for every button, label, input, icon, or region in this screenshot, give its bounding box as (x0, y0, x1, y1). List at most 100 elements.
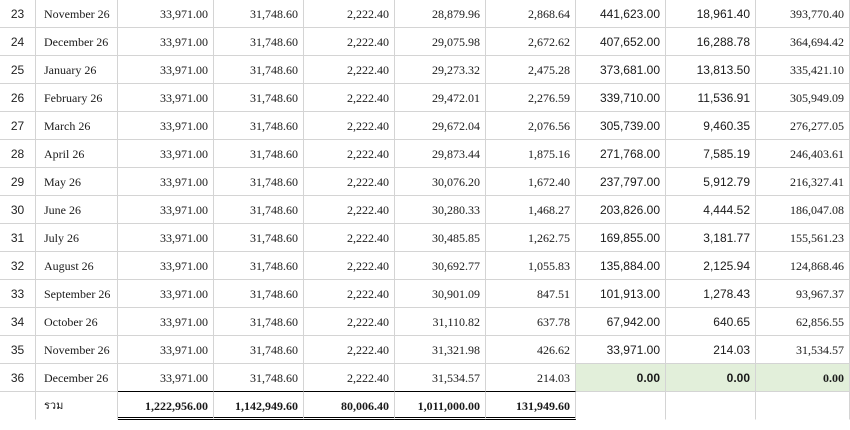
balance-cell[interactable]: 62,856.55 (756, 308, 850, 336)
amount-cell[interactable]: 31,748.60 (214, 28, 304, 56)
amount-cell[interactable]: 2,222.40 (304, 56, 395, 84)
balance-cell[interactable]: 7,585.19 (666, 140, 756, 168)
amount-cell[interactable]: 31,110.82 (395, 308, 486, 336)
balance-cell[interactable]: 276,277.05 (756, 112, 850, 140)
month-cell[interactable]: May 26 (36, 168, 118, 196)
balance-cell[interactable]: 33,971.00 (576, 336, 666, 364)
empty-cell[interactable] (0, 392, 36, 420)
amount-cell[interactable]: 2,222.40 (304, 196, 395, 224)
amount-cell[interactable]: 33,971.00 (118, 56, 214, 84)
amount-cell[interactable]: 33,971.00 (118, 280, 214, 308)
amount-cell[interactable]: 2,222.40 (304, 84, 395, 112)
balance-cell[interactable]: 339,710.00 (576, 84, 666, 112)
amount-cell[interactable]: 31,748.60 (214, 280, 304, 308)
amount-cell[interactable]: 2,475.28 (486, 56, 576, 84)
row-number[interactable]: 24 (0, 28, 36, 56)
balance-cell[interactable]: 3,181.77 (666, 224, 756, 252)
balance-cell[interactable]: 640.65 (666, 308, 756, 336)
amount-cell[interactable]: 30,901.09 (395, 280, 486, 308)
row-number[interactable]: 27 (0, 112, 36, 140)
amount-cell[interactable]: 29,873.44 (395, 140, 486, 168)
balance-cell[interactable]: 13,813.50 (666, 56, 756, 84)
month-cell[interactable]: November 26 (36, 336, 118, 364)
balance-cell[interactable]: 135,884.00 (576, 252, 666, 280)
amount-cell[interactable]: 30,076.20 (395, 168, 486, 196)
amount-cell[interactable]: 33,971.00 (118, 112, 214, 140)
row-number[interactable]: 31 (0, 224, 36, 252)
balance-cell[interactable]: 0.00 (756, 364, 850, 392)
month-cell[interactable]: March 26 (36, 112, 118, 140)
month-cell[interactable]: April 26 (36, 140, 118, 168)
amount-cell[interactable]: 31,534.57 (395, 364, 486, 392)
balance-cell[interactable]: 305,949.09 (756, 84, 850, 112)
amount-cell[interactable]: 31,748.60 (214, 252, 304, 280)
balance-cell[interactable]: 373,681.00 (576, 56, 666, 84)
balance-cell[interactable]: 393,770.40 (756, 0, 850, 28)
row-number[interactable]: 33 (0, 280, 36, 308)
balance-cell[interactable]: 18,961.40 (666, 0, 756, 28)
amount-cell[interactable]: 30,280.33 (395, 196, 486, 224)
row-number[interactable]: 25 (0, 56, 36, 84)
row-number[interactable]: 36 (0, 364, 36, 392)
amount-cell[interactable]: 29,472.01 (395, 84, 486, 112)
balance-cell[interactable]: 216,327.41 (756, 168, 850, 196)
total-amount-cell[interactable]: 1,142,949.60 (214, 392, 304, 420)
empty-cell[interactable] (576, 392, 666, 420)
amount-cell[interactable]: 2,222.40 (304, 168, 395, 196)
amount-cell[interactable]: 1,262.75 (486, 224, 576, 252)
amount-cell[interactable]: 28,879.96 (395, 0, 486, 28)
amount-cell[interactable]: 637.78 (486, 308, 576, 336)
amount-cell[interactable]: 31,748.60 (214, 364, 304, 392)
row-number[interactable]: 30 (0, 196, 36, 224)
amount-cell[interactable]: 31,748.60 (214, 84, 304, 112)
balance-cell[interactable]: 5,912.79 (666, 168, 756, 196)
amount-cell[interactable]: 33,971.00 (118, 364, 214, 392)
amount-cell[interactable]: 1,875.16 (486, 140, 576, 168)
amount-cell[interactable]: 214.03 (486, 364, 576, 392)
month-cell[interactable]: August 26 (36, 252, 118, 280)
balance-cell[interactable]: 31,534.57 (756, 336, 850, 364)
amount-cell[interactable]: 2,222.40 (304, 280, 395, 308)
amount-cell[interactable]: 2,222.40 (304, 28, 395, 56)
amount-cell[interactable]: 31,748.60 (214, 308, 304, 336)
amount-cell[interactable]: 426.62 (486, 336, 576, 364)
amount-cell[interactable]: 2,222.40 (304, 112, 395, 140)
balance-cell[interactable]: 0.00 (666, 364, 756, 392)
month-cell[interactable]: September 26 (36, 280, 118, 308)
balance-cell[interactable]: 67,942.00 (576, 308, 666, 336)
balance-cell[interactable]: 271,768.00 (576, 140, 666, 168)
row-number[interactable]: 29 (0, 168, 36, 196)
amount-cell[interactable]: 2,222.40 (304, 308, 395, 336)
total-amount-cell[interactable]: 1,222,956.00 (118, 392, 214, 420)
balance-cell[interactable]: 335,421.10 (756, 56, 850, 84)
balance-cell[interactable]: 441,623.00 (576, 0, 666, 28)
amount-cell[interactable]: 31,748.60 (214, 140, 304, 168)
row-number[interactable]: 34 (0, 308, 36, 336)
row-number[interactable]: 26 (0, 84, 36, 112)
balance-cell[interactable]: 4,444.52 (666, 196, 756, 224)
amount-cell[interactable]: 31,748.60 (214, 56, 304, 84)
balance-cell[interactable]: 11,536.91 (666, 84, 756, 112)
month-cell[interactable]: December 26 (36, 28, 118, 56)
amount-cell[interactable]: 847.51 (486, 280, 576, 308)
amount-cell[interactable]: 33,971.00 (118, 196, 214, 224)
amount-cell[interactable]: 31,321.98 (395, 336, 486, 364)
balance-cell[interactable]: 101,913.00 (576, 280, 666, 308)
amount-cell[interactable]: 31,748.60 (214, 336, 304, 364)
amount-cell[interactable]: 2,076.56 (486, 112, 576, 140)
balance-cell[interactable]: 124,868.46 (756, 252, 850, 280)
row-number[interactable]: 32 (0, 252, 36, 280)
balance-cell[interactable]: 93,967.37 (756, 280, 850, 308)
amount-cell[interactable]: 33,971.00 (118, 252, 214, 280)
totals-label[interactable]: รวม (36, 392, 118, 420)
amount-cell[interactable]: 2,672.62 (486, 28, 576, 56)
amount-cell[interactable]: 33,971.00 (118, 168, 214, 196)
month-cell[interactable]: January 26 (36, 56, 118, 84)
empty-cell[interactable] (756, 392, 850, 420)
row-number[interactable]: 23 (0, 0, 36, 28)
balance-cell[interactable]: 203,826.00 (576, 196, 666, 224)
amount-cell[interactable]: 33,971.00 (118, 140, 214, 168)
month-cell[interactable]: November 26 (36, 0, 118, 28)
amount-cell[interactable]: 29,273.32 (395, 56, 486, 84)
row-number[interactable]: 35 (0, 336, 36, 364)
